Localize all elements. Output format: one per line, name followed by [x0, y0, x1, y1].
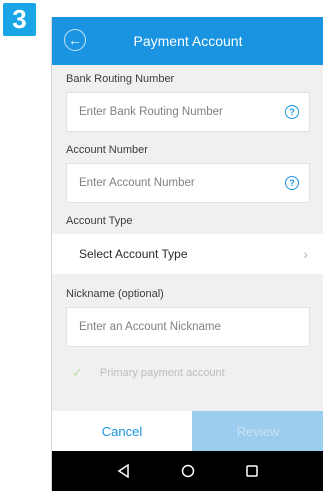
cancel-button[interactable]: Cancel [52, 411, 192, 451]
page-title: Payment Account [133, 33, 243, 49]
review-button[interactable]: Review [192, 411, 323, 451]
recents-square-icon[interactable] [244, 463, 260, 479]
account-type-label: Account Type [66, 214, 133, 227]
step-number-badge: 3 [3, 3, 36, 36]
back-triangle-icon[interactable] [116, 463, 132, 479]
system-nav-bar [52, 451, 323, 491]
nickname-label: Nickname (optional) [66, 287, 164, 300]
checkmark-icon: ✓ [72, 365, 83, 380]
app-bar: ← Payment Account [52, 17, 323, 65]
routing-help-icon[interactable]: ? [285, 105, 299, 119]
account-type-value: Select Account Type [79, 247, 188, 261]
primary-account-label: Primary payment account [99, 367, 225, 379]
account-number-placeholder: Enter Account Number [79, 177, 195, 189]
home-circle-icon[interactable] [180, 463, 196, 479]
routing-number-label: Bank Routing Number [66, 72, 175, 85]
nickname-placeholder: Enter an Account Nickname [79, 321, 221, 333]
account-number-input[interactable]: Enter Account Number ? [66, 163, 310, 203]
action-buttons: Cancel Review [52, 411, 323, 451]
primary-account-checkbox[interactable]: ✓ Primary payment account [52, 353, 323, 393]
routing-number-input[interactable]: Enter Bank Routing Number ? [66, 92, 310, 132]
account-number-label: Account Number [66, 143, 148, 156]
nickname-input[interactable]: Enter an Account Nickname [66, 307, 310, 347]
back-arrow-icon: ← [68, 32, 82, 48]
phone-screen: ← Payment Account Bank Routing Number En… [51, 17, 323, 491]
account-type-select[interactable]: Select Account Type › [52, 234, 323, 274]
chevron-right-icon: › [303, 246, 308, 262]
back-button[interactable]: ← [64, 29, 86, 51]
routing-number-placeholder: Enter Bank Routing Number [79, 106, 223, 118]
account-help-icon[interactable]: ? [285, 176, 299, 190]
